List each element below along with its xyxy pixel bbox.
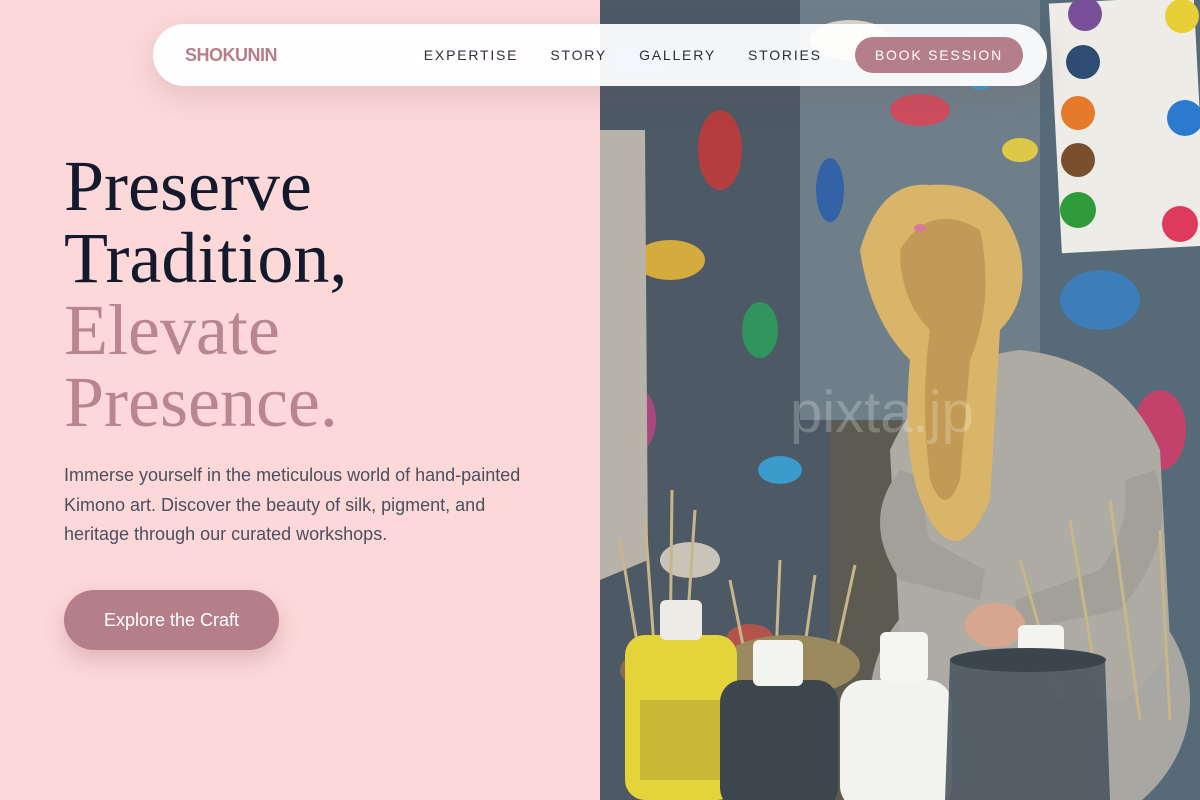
headline-line-tradition: Tradition, xyxy=(64,218,348,298)
nav-link-stories[interactable]: STORIES xyxy=(748,47,822,63)
headline-line-elevate: Elevate xyxy=(64,290,280,370)
hero-image: pixta.jp xyxy=(600,0,1200,800)
nav-link-expertise[interactable]: EXPERTISE xyxy=(424,47,519,63)
headline-line-preserve: Preserve xyxy=(64,146,312,226)
hero-description: Immerse yourself in the meticulous world… xyxy=(64,465,521,544)
nav-link-story[interactable]: STORY xyxy=(550,47,607,63)
nav-links: EXPERTISE STORY GALLERY STORIES BOOK SES… xyxy=(392,37,1023,73)
hero-headline: Preserve Tradition, Elevate Presence. xyxy=(64,150,584,438)
navbar: SHOKUNIN EXPERTISE STORY GALLERY STORIES… xyxy=(153,24,1047,86)
headline-line-presence: Presence. xyxy=(64,362,338,442)
brand-logo[interactable]: SHOKUNIN xyxy=(185,45,278,66)
explore-craft-button[interactable]: Explore the Craft xyxy=(64,590,279,650)
watermark-text: pixta.jp xyxy=(790,380,974,445)
book-session-button[interactable]: BOOK SESSION xyxy=(854,37,1023,73)
nav-link-gallery[interactable]: GALLERY xyxy=(639,47,716,63)
